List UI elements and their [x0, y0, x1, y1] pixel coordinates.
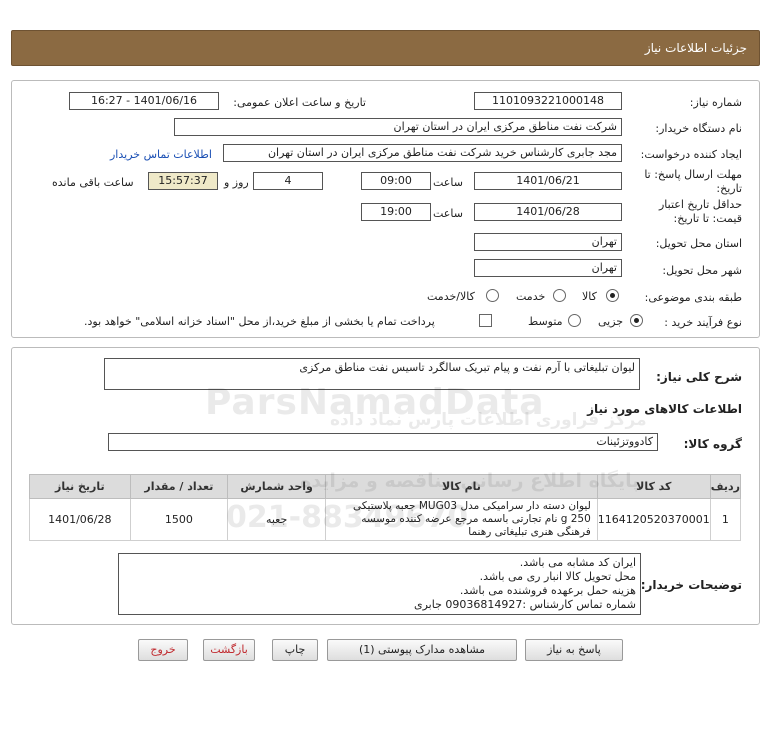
need-desc-field: لیوان تبلیغاتی با آرم نفت و پیام تبریک س… [104, 358, 640, 390]
need-desc-label: شرح کلی نیاز: [656, 370, 742, 384]
validity-time-field: 19:00 [361, 203, 431, 221]
table-row: 1 1164120520370001 لیوان دسته دار سرامیک… [29, 498, 742, 541]
announce-field: 1401/06/16 - 16:27 [69, 92, 219, 110]
buyer-org-field: شرکت نفت مناطق مرکزی ایران در استان تهرا… [174, 118, 622, 136]
exit-button[interactable]: خروج [138, 639, 188, 661]
remaining-label: ساعت باقی مانده [52, 176, 134, 189]
process-medium-radio[interactable] [568, 314, 581, 327]
category-both-radio[interactable] [486, 289, 499, 302]
announce-label: تاریخ و ساعت اعلان عمومی: [233, 96, 366, 109]
col-qty-header: تعداد / مقدار [129, 474, 229, 499]
province-label: استان محل تحویل: [655, 237, 742, 250]
category-service-label: خدمت [516, 290, 546, 303]
category-both-label: کالا/خدمت [427, 290, 475, 303]
requester-label: ایجاد کننده درخواست: [640, 148, 742, 161]
row-unit: جعبه [227, 498, 327, 541]
city-label: شهر محل تحویل: [662, 264, 742, 277]
back-button[interactable]: بازگشت [203, 639, 255, 661]
process-minor-label: جزیی [598, 315, 624, 328]
process-medium-label: متوسط [528, 315, 563, 328]
category-goods-label: کالا [582, 290, 597, 303]
col-name-header: نام کالا [325, 474, 598, 499]
process-minor-radio[interactable] [630, 314, 643, 327]
treasury-payment-checkbox[interactable] [479, 314, 492, 327]
buyer-note-line: شماره تماس کارشناس :09036814927 جابری [414, 598, 636, 611]
treasury-payment-note: پرداخت تمام یا بخشی از مبلغ خرید،از محل … [84, 315, 435, 328]
page-header: جزئیات اطلاعات نیاز [11, 30, 760, 66]
page-title: جزئیات اطلاعات نیاز [644, 41, 747, 55]
buyer-note-line: هزینه حمل برعهده فروشنده می باشد. [459, 584, 636, 597]
category-goods-radio[interactable] [606, 289, 619, 302]
goods-group-field: کادووتزئینات [108, 433, 658, 451]
buyer-note-line: ایران کد مشابه می باشد. [519, 556, 636, 569]
goods-table-header: ردیف کد کالا نام کالا واحد شمارش تعداد /… [29, 474, 742, 499]
city-field: تهران [474, 259, 622, 277]
buyer-notes-box: ایران کد مشابه می باشد. محل تحویل کالا ا… [118, 553, 641, 615]
province-field: تهران [474, 233, 622, 251]
remaining-time-field: 15:57:37 [148, 172, 218, 190]
need-number-label: شماره نیاز: [689, 96, 742, 109]
reply-button[interactable]: پاسخ به نیاز [525, 639, 623, 661]
reply-date-field: 1401/06/21 [474, 172, 622, 190]
process-type-label: نوع فرآیند خرید : [664, 316, 742, 329]
validity-date-field: 1401/06/28 [474, 203, 622, 221]
col-code-header: کد کالا [596, 474, 711, 499]
days-remaining-field: 4 [253, 172, 323, 190]
reply-time-label: ساعت [433, 176, 463, 189]
goods-group-label: گروه کالا: [683, 437, 742, 451]
category-label: طبقه بندی موضوعی: [644, 291, 742, 304]
view-attachments-button[interactable]: مشاهده مدارک پیوستی (1) [327, 639, 517, 661]
need-number-field: 1101093221000148 [474, 92, 622, 110]
print-button[interactable]: چاپ [272, 639, 318, 661]
row-idx: 1 [709, 498, 742, 541]
reply-deadline-label: مهلت ارسال پاسخ: تا تاریخ: [644, 168, 742, 195]
col-unit-header: واحد شمارش [227, 474, 327, 499]
requester-field: مجد جابری کارشناس خرید شرکت نفت مناطق مر… [223, 144, 622, 162]
row-code: 1164120520370001 [596, 498, 711, 541]
row-date: 1401/06/28 [29, 498, 131, 541]
price-validity-label: حداقل تاریخ اعتبار قیمت: تا تاریخ: [658, 198, 742, 225]
buyer-notes-label: توضیحات خریدار: [640, 578, 742, 592]
row-name: لیوان دسته دار سرامیکی مدل MUG03 جعبه پل… [325, 498, 598, 541]
goods-info-title: اطلاعات کالاهای مورد نیاز [587, 402, 742, 416]
reply-time-field: 09:00 [361, 172, 431, 190]
days-label: روز و [224, 176, 249, 189]
row-qty: 1500 [129, 498, 229, 541]
buyer-note-line: محل تحویل کالا انبار ری می باشد. [479, 570, 636, 583]
goods-table: ردیف کد کالا نام کالا واحد شمارش تعداد /… [29, 474, 742, 541]
col-idx-header: ردیف [709, 474, 742, 499]
validity-time-label: ساعت [433, 207, 463, 220]
category-service-radio[interactable] [553, 289, 566, 302]
col-date-header: تاریخ نیاز [29, 474, 131, 499]
buyer-org-label: نام دستگاه خریدار: [655, 122, 742, 135]
buyer-contact-link[interactable]: اطلاعات تماس خریدار [110, 148, 212, 161]
